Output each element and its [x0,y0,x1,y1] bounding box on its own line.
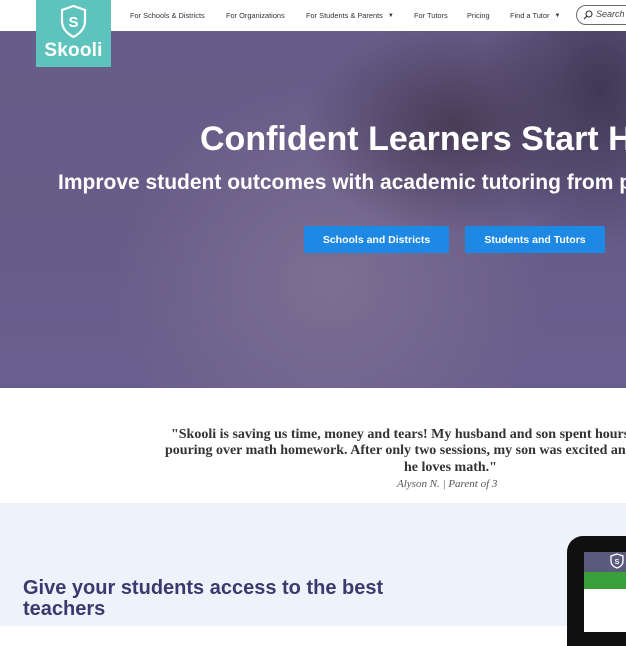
testimonial-attribution: Alyson N. | Parent of 3 [397,478,497,490]
nav-item-label: Pricing [467,11,490,20]
hero-overlay [0,31,626,388]
teachers-section: Give your students access to the best te… [0,503,626,626]
search-box[interactable] [576,5,626,25]
logo-text: Skooli [44,40,103,61]
search-icon [583,10,593,20]
hero-subtitle: Improve student outcomes with academic t… [58,171,626,194]
hero-banner: Confident Learners Start Here Improve st… [0,31,626,388]
phone-app-banner [584,572,626,589]
testimonial-author: Alyson N. [397,478,440,490]
nav-item-label: For Students & Parents [306,11,383,20]
nav-item-label: For Tutors [414,11,448,20]
caret-down-icon: ▼ [387,12,394,19]
students-tutors-button[interactable]: Students and Tutors [465,226,605,253]
testimonial-quote-line: "Skooli is saving us time, money and tea… [171,427,626,442]
shield-icon: S [60,5,87,38]
svg-text:S: S [615,559,620,566]
nav-item-label: For Schools & Districts [130,11,205,20]
attribution-separator: | [442,478,446,490]
nav-item-tutors[interactable]: For Tutors [414,0,448,31]
skooli-logo[interactable]: S Skooli [36,0,111,67]
nav-item-label: For Organizations [226,11,285,20]
shield-icon: S [610,553,624,569]
nav-item-pricing[interactable]: Pricing [467,0,490,31]
nav-item-schools-districts[interactable]: For Schools & Districts [130,0,205,31]
section-heading: Give your students access to the best te… [23,577,384,620]
nav-item-label: Find a Tutor [510,11,550,20]
hero-title: Confident Learners Start Here [200,120,626,158]
nav-item-find-tutor[interactable]: Find a Tutor ▼ [510,0,560,31]
testimonial-role: Parent of 3 [448,478,498,490]
testimonial-quote-line: pouring over math homework. After only t… [165,443,626,458]
testimonial-quote-line: he loves math." [404,460,497,475]
schools-districts-button[interactable]: Schools and Districts [304,226,449,253]
nav-item-students-parents[interactable]: For Students & Parents ▼ [306,0,394,31]
svg-text:S: S [68,14,78,31]
search-input[interactable] [596,9,626,19]
caret-down-icon: ▼ [554,12,561,19]
testimonial-section: "Skooli is saving us time, money and tea… [0,388,626,503]
nav-item-organizations[interactable]: For Organizations [226,0,285,31]
